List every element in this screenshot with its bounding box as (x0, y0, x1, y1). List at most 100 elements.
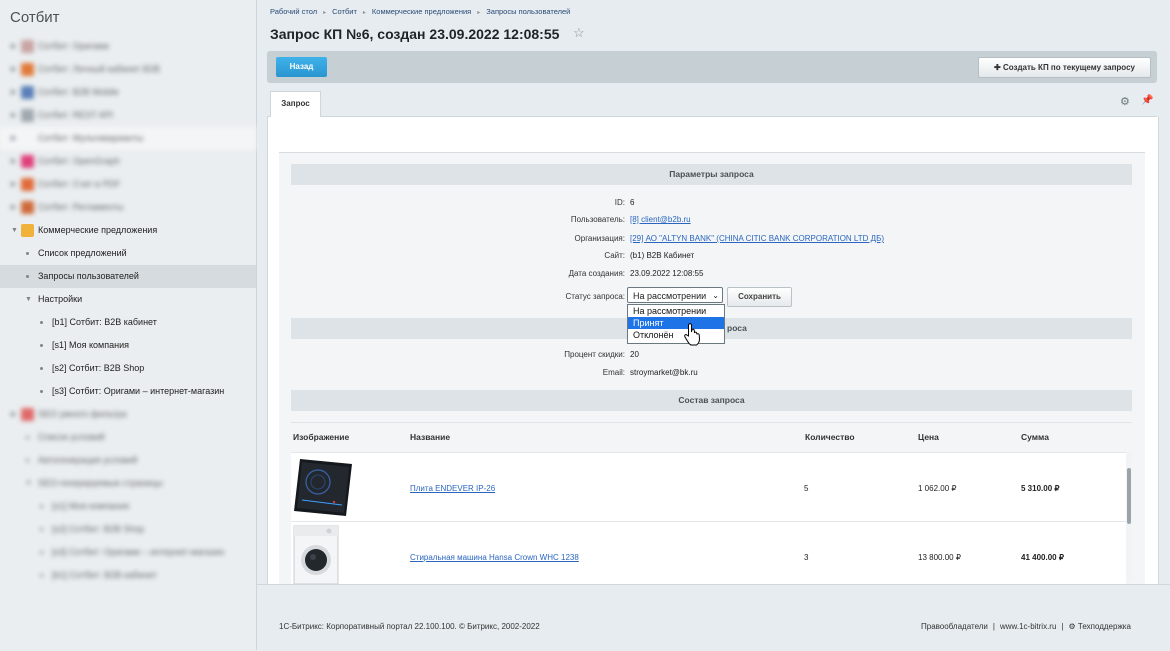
sidebar-item-label: [s3] Сотбит: Оригами – интернет-магазин (52, 547, 225, 557)
product-link[interactable]: Стиральная машина Hansa Crown WHC 1238 (410, 553, 579, 562)
sidebar-item[interactable]: ▶ Сотбит: B2B Mobile (0, 81, 256, 104)
status-label: Статус запроса: (565, 292, 625, 301)
gear-icon[interactable]: ⚙ (1120, 95, 1130, 108)
chevron-right-icon[interactable]: ▶ (11, 150, 16, 173)
footer-support-link[interactable]: Техподдержка (1078, 622, 1131, 631)
sidebar-item-label: [s1] Моя компания (52, 340, 129, 350)
column-header-sum: Сумма (1021, 432, 1049, 442)
bullet-icon (40, 367, 43, 370)
discount-value: 20 (630, 350, 639, 359)
breadcrumb-separator-icon: ▸ (323, 10, 327, 16)
email-label: Email: (602, 368, 625, 377)
save-button[interactable]: Сохранить (727, 287, 792, 307)
create-offer-button[interactable]: ✚ Создать КП по текущему запросу (978, 57, 1151, 78)
organization-link[interactable]: [29] АО "ALTYN BANK" (CHINA CITIC BANK C… (630, 234, 884, 243)
chevron-right-icon[interactable]: ▶ (11, 58, 16, 81)
status-dropdown[interactable]: На рассмотрении Принят Отклонён (627, 304, 725, 344)
sidebar-item[interactable]: ▶ SEO умного фильтра (0, 403, 256, 426)
tab-request[interactable]: Запрос (270, 91, 321, 118)
chevron-right-icon[interactable]: ▶ (11, 35, 16, 58)
bullet-icon (40, 528, 43, 531)
sidebar-item[interactable]: Запросы пользователей (0, 265, 256, 288)
breadcrumb-item[interactable]: Сотбит (332, 7, 357, 16)
status-option[interactable]: Отклонён (628, 329, 724, 341)
status-option-highlighted[interactable]: Принят (628, 317, 724, 329)
sidebar-item[interactable]: ▶ Сотбит: Оригами (0, 35, 256, 58)
sidebar-item[interactable]: ▼ SEO-генерируемые страницы (0, 472, 256, 495)
sidebar-item[interactable]: [s2] Сотбит: B2B Shop (0, 357, 256, 380)
sidebar-item[interactable]: [s2] Сотбит: B2B Shop (0, 518, 256, 541)
site-value: (b1) B2B Кабинет (630, 251, 695, 260)
bullet-icon (40, 390, 43, 393)
quantity-cell: 3 (804, 553, 809, 562)
user-link[interactable]: [8] client@b2b.ru (630, 215, 691, 224)
sidebar-item[interactable]: [s1] Моя компания (0, 495, 256, 518)
sidebar-item-label: [s1] Моя компания (52, 501, 129, 511)
sidebar-item[interactable]: [s3] Сотбит: Оригами – интернет-магазин (0, 541, 256, 564)
chevron-right-icon[interactable]: ▶ (11, 173, 16, 196)
support-gear-icon: ⚙ (1068, 622, 1078, 631)
sidebar-item[interactable]: ▼ Настройки (0, 288, 256, 311)
bullet-icon (40, 344, 43, 347)
sidebar-item[interactable]: ▶ Сотбит: Личный кабинет B2B (0, 58, 256, 81)
footer-links: Правообладатели | www.1c-bitrix.ru | ⚙ Техпо… (921, 622, 1131, 631)
sidebar-item[interactable]: [s1] Моя компания (0, 334, 256, 357)
sidebar-item[interactable]: Автогенерация условий (0, 449, 256, 472)
page-title: Запрос КП №6, создан 23.09.2022 12:08:55 (270, 26, 560, 42)
module-icon (21, 224, 34, 237)
sidebar-item[interactable]: ▶ Сотбит: Регламенты (0, 196, 256, 219)
bullet-icon (40, 551, 43, 554)
footer-copyright: 1С-Битрикс: Корпоративный портал 22.100.… (279, 622, 540, 631)
chevron-right-icon[interactable]: ▶ (11, 403, 16, 426)
chevron-right-icon[interactable]: ▶ (11, 127, 16, 150)
chevron-down-icon[interactable]: ▼ (25, 288, 32, 311)
product-link[interactable]: Плита ENDEVER IP-26 (410, 484, 495, 493)
footer-site-link[interactable]: www.1c-bitrix.ru (1000, 622, 1056, 631)
breadcrumb-separator-icon: ▸ (362, 10, 366, 16)
sidebar-item[interactable]: ▶ Сотбит: REST API (0, 104, 256, 127)
product-image-induction-hob (294, 459, 352, 516)
sidebar-item-label: [s2] Сотбит: B2B Shop (52, 363, 145, 373)
module-icon (21, 86, 34, 99)
bullet-icon (26, 436, 29, 439)
breadcrumb-item[interactable]: Запросы пользователей (486, 7, 570, 16)
chevron-down-icon[interactable]: ▼ (25, 472, 32, 495)
sidebar-item[interactable]: ▼ Коммерческие предложения (0, 219, 256, 242)
sidebar-item[interactable]: ▶ Сотбит: Счет в PDF (0, 173, 256, 196)
breadcrumb-item[interactable]: Рабочий стол (270, 7, 317, 16)
sidebar-item[interactable]: ▶ Сотбит: OpenGraph (0, 150, 256, 173)
module-icon (21, 63, 34, 76)
star-icon[interactable]: ☆ (573, 25, 585, 41)
chevron-down-icon: ⌄ (712, 291, 719, 300)
column-header-quantity: Количество (805, 432, 855, 442)
footer-rights-link[interactable]: Правообладатели (921, 622, 988, 631)
breadcrumb-item[interactable]: Коммерческие предложения (372, 7, 471, 16)
status-option[interactable]: На рассмотрении (628, 305, 724, 317)
bullet-icon (40, 321, 43, 324)
sidebar-item-label: Сотбит: Счет в PDF (38, 179, 121, 189)
sidebar-item[interactable]: [b1] Сотбит: B2B кабинет (0, 564, 256, 587)
pin-icon[interactable]: 📌 (1141, 95, 1153, 106)
chevron-down-icon[interactable]: ▼ (11, 219, 18, 242)
scrollbar-thumb[interactable] (1127, 468, 1131, 524)
chevron-right-icon[interactable]: ▶ (11, 81, 16, 104)
sidebar-item-label: Сотбит: Мультиварианты (38, 133, 144, 143)
sidebar-item-label: Сотбит: OpenGraph (38, 156, 120, 166)
sidebar-item[interactable]: Список предложений (0, 242, 256, 265)
sidebar-item-label: Коммерческие предложения (38, 225, 158, 235)
email-value: stroymarket@bk.ru (630, 368, 698, 377)
sidebar-item-label: Сотбит: REST API (38, 110, 114, 120)
sidebar-item[interactable]: Список условий (0, 426, 256, 449)
sidebar-item[interactable]: [s3] Сотбит: Оригами – интернет-магазин (0, 380, 256, 403)
back-button[interactable]: Назад (276, 57, 327, 77)
bullet-icon (26, 252, 29, 255)
chevron-right-icon[interactable]: ▶ (11, 196, 16, 219)
sidebar-item[interactable]: ▶ Сотбит: Мультиварианты (0, 127, 256, 150)
sidebar-item[interactable]: [b1] Сотбит: B2B кабинет (0, 311, 256, 334)
bullet-icon (26, 275, 29, 278)
module-icon (21, 178, 34, 191)
tab-bar (267, 89, 1157, 117)
chevron-right-icon[interactable]: ▶ (11, 104, 16, 127)
footer-separator: | (1061, 622, 1064, 631)
status-select[interactable]: На рассмотрении ⌄ (627, 287, 723, 303)
